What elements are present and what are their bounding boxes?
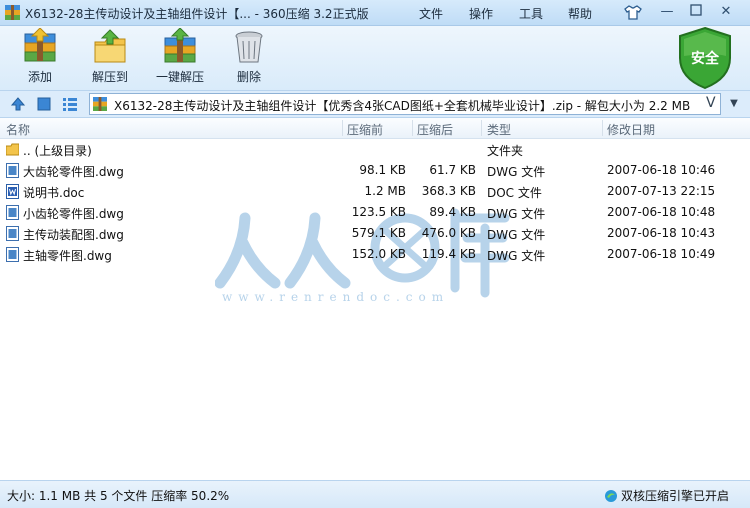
dual-core-engine-status[interactable]: 双核压缩引擎已开启 [604,487,729,504]
add-label: 添加 [27,70,52,84]
delete-label: 删除 [236,70,261,84]
file-row[interactable]: 小齿轮零件图.dwg 123.5 KB 89.4 KB DWG 文件 2007-… [0,202,750,223]
file-size-after: 119.4 KB [421,247,476,261]
file-size-before: 152.0 KB [351,247,406,261]
file-date: 2007-07-13 22:15 [607,184,716,198]
close-button[interactable]: ✕ [718,4,734,20]
column-divider[interactable] [412,120,413,136]
path-history-button[interactable]: V [706,95,716,111]
file-row[interactable]: 主轴零件图.dwg 152.0 KB 119.4 KB DWG 文件 2007-… [0,244,750,265]
file-type: DWG 文件 [487,207,546,221]
file-name: .. (上级目录) [23,144,92,158]
status-bar: 大小: 1.1 MB 共 5 个文件 压缩率 50.2% 双核压缩引擎已开启 [0,480,750,508]
app-logo-icon [5,5,20,20]
file-name: 主轴零件图.dwg [23,249,112,263]
file-type: 文件夹 [487,144,524,158]
file-list: .. (上级目录) 文件夹 大齿轮零件图.dwg 98.1 KB 61.7 KB… [0,139,750,479]
file-size-before: 98.1 KB [359,163,406,177]
address-bar: X6132-28主传动设计及主轴组件设计【优秀含4张CAD图纸+全套机械毕业设计… [0,90,750,118]
file-name: 小齿轮零件图.dwg [23,207,124,221]
extract-label: 解压到 [91,70,128,84]
menu-operate[interactable]: 操作 [469,5,493,22]
column-size-before[interactable]: 压缩前 [347,121,383,138]
file-date: 2007-06-18 10:49 [607,247,716,261]
file-size-before: 579.1 KB [351,226,406,240]
one-click-extract-button[interactable]: 一键解压 [154,28,206,85]
doc-file-icon [6,184,19,199]
maximize-icon [690,4,702,16]
file-row[interactable]: 主传动装配图.dwg 579.1 KB 476.0 KB DWG 文件 2007… [0,223,750,244]
one-click-extract-icon [164,28,196,63]
file-type: DWG 文件 [487,228,546,242]
column-divider[interactable] [481,120,482,136]
list-view-icon[interactable] [62,96,78,112]
column-divider[interactable] [602,120,603,136]
column-size-after[interactable]: 压缩后 [417,121,453,138]
folder-icon [6,143,19,156]
menu-help[interactable]: 帮助 [568,5,592,22]
minimize-button[interactable]: — [659,4,675,20]
parent-directory-row[interactable]: .. (上级目录) 文件夹 [0,139,750,160]
dwg-file-icon [6,226,19,241]
security-shield-button[interactable]: 安全 [676,26,734,90]
column-type[interactable]: 类型 [487,121,511,138]
column-name[interactable]: 名称 [6,121,30,138]
column-divider[interactable] [342,120,343,136]
toolbar: 添加 解压到 一键解压 删除 [0,26,750,90]
file-size-after: 476.0 KB [421,226,476,240]
dwg-file-icon [6,247,19,262]
dwg-file-icon [6,163,19,178]
file-type: DWG 文件 [487,165,546,179]
path-text: X6132-28主传动设计及主轴组件设计【优秀含4张CAD图纸+全套机械毕业设计… [114,99,691,113]
archive-add-icon [24,28,56,62]
menu-file[interactable]: 文件 [419,5,443,22]
add-button[interactable]: 添加 [20,28,60,85]
delete-button[interactable]: 删除 [229,28,269,85]
file-size-after: 61.7 KB [429,163,476,177]
file-size-after: 89.4 KB [429,205,476,219]
dwg-file-icon [6,205,19,220]
file-date: 2007-06-18 10:46 [607,163,716,177]
file-size-before: 123.5 KB [351,205,406,219]
file-row[interactable]: 大齿轮零件图.dwg 98.1 KB 61.7 KB DWG 文件 2007-0… [0,160,750,181]
one-click-label: 一键解压 [155,70,204,84]
status-summary: 大小: 1.1 MB 共 5 个文件 压缩率 50.2% [7,489,230,503]
extract-to-button[interactable]: 解压到 [88,28,132,85]
file-size-before: 1.2 MB [364,184,406,198]
column-date[interactable]: 修改日期 [607,121,655,138]
file-name: 大齿轮零件图.dwg [23,165,124,179]
maximize-button[interactable] [688,4,704,20]
chevron-down-icon[interactable]: ▼ [724,93,744,115]
window-title: X6132-28主传动设计及主轴组件设计【... - 360压缩 3.2正式版 [25,7,369,21]
skin-shirt-icon[interactable] [624,4,642,21]
menu-tools[interactable]: 工具 [519,5,543,22]
engine-swirl-icon [605,490,617,502]
file-date: 2007-06-18 10:43 [607,226,716,240]
file-size-after: 368.3 KB [421,184,476,198]
file-type: DOC 文件 [487,186,542,200]
up-arrow-icon[interactable] [10,96,26,112]
large-icon-view-icon[interactable] [36,96,52,112]
column-header-row: 名称 压缩前 压缩后 类型 修改日期 [0,118,750,139]
extract-folder-icon [94,29,126,63]
archive-file-icon [93,97,107,111]
file-name: 说明书.doc [23,186,85,200]
file-row[interactable]: 说明书.doc 1.2 MB 368.3 KB DOC 文件 2007-07-1… [0,181,750,202]
engine-status-text: 双核压缩引擎已开启 [621,489,730,503]
file-type: DWG 文件 [487,249,546,263]
title-bar: X6132-28主传动设计及主轴组件设计【... - 360压缩 3.2正式版 … [0,0,750,26]
file-date: 2007-06-18 10:48 [607,205,716,219]
path-field[interactable]: X6132-28主传动设计及主轴组件设计【优秀含4张CAD图纸+全套机械毕业设计… [89,93,721,115]
file-name: 主传动装配图.dwg [23,228,124,242]
security-label: 安全 [691,51,719,67]
trash-bin-icon [235,31,263,63]
